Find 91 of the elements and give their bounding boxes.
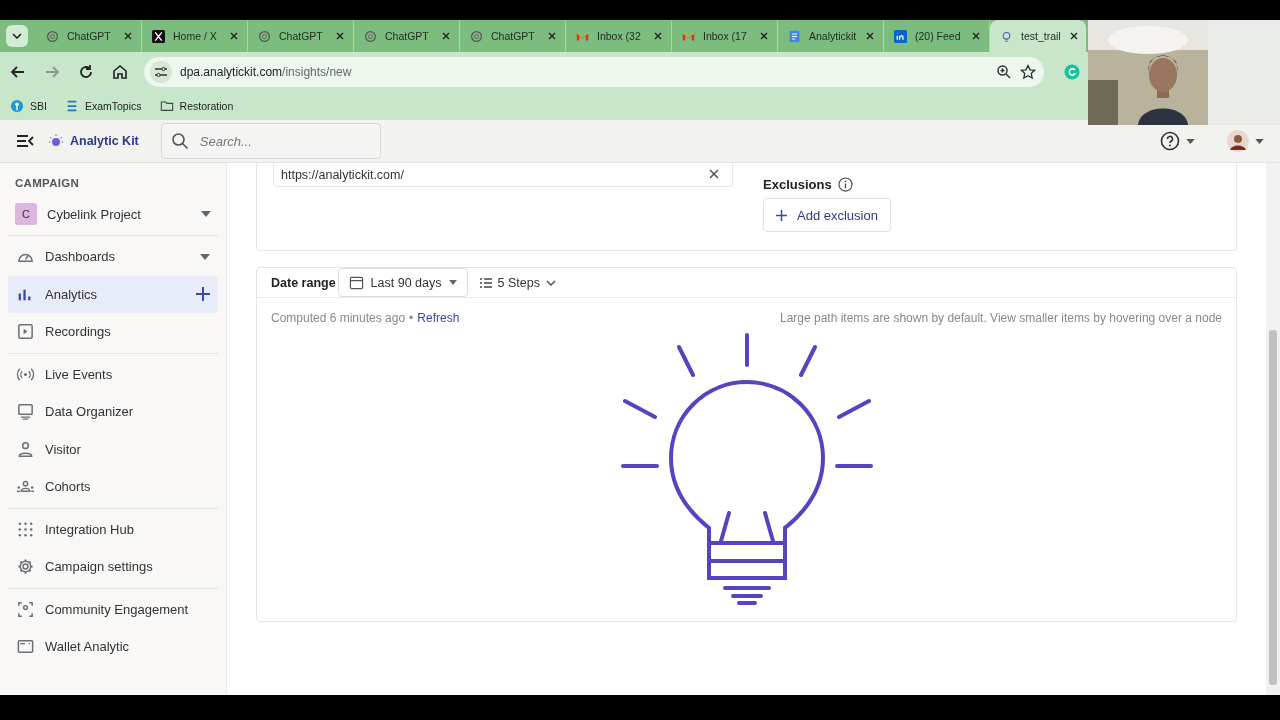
folder-icon — [159, 99, 174, 113]
focus-frame-icon — [16, 599, 35, 619]
nav-item[interactable]: Recordings — [8, 313, 218, 351]
list-icon — [479, 277, 492, 288]
browser-tab[interactable]: Inbox (32 — [566, 20, 672, 52]
bookmark[interactable]: SBI — [10, 99, 47, 113]
hint-text: Large path items are shown by default. View smaller items by hovering over a node — [780, 311, 1222, 325]
browser-tab[interactable]: ChatGPT — [248, 20, 354, 52]
project-avatar: C — [15, 203, 37, 225]
search-icon — [170, 132, 189, 150]
zoom-icon[interactable] — [996, 64, 1012, 80]
url-field[interactable]: https://analytickit.com/ — [273, 163, 733, 187]
menu-collapse-icon[interactable] — [16, 134, 34, 148]
nav-item[interactable]: Cohorts — [8, 468, 218, 506]
browser-tab[interactable]: (20) Feed — [884, 20, 990, 52]
refresh-link[interactable]: Refresh — [417, 311, 460, 325]
close-icon[interactable] — [1068, 31, 1079, 41]
date-range-label: Date range — [271, 275, 336, 290]
caret-icon — [201, 211, 211, 217]
browser-tab[interactable]: ChatGPT — [460, 20, 566, 52]
home-icon[interactable] — [110, 62, 130, 82]
chevron-icon — [12, 33, 22, 39]
browser-tab[interactable]: Inbox (17 — [672, 20, 778, 52]
nav-item[interactable]: Integration Hub — [8, 510, 218, 548]
close-icon[interactable] — [547, 31, 557, 41]
caret-icon — [1255, 138, 1264, 144]
search-field[interactable]: Search... — [160, 123, 381, 159]
plus-icon[interactable] — [196, 287, 210, 302]
avatar-icon — [1227, 130, 1249, 152]
bulb-icon — [1000, 29, 1013, 43]
close-icon[interactable] — [441, 31, 451, 41]
account-menu[interactable] — [1227, 130, 1264, 152]
nav-item[interactable]: Wallet Analytic — [8, 628, 218, 666]
address-bar[interactable]: dpa.analytickit.com/insights/new — [144, 57, 1044, 87]
nav-item[interactable]: Live Events — [8, 355, 218, 393]
openai-icon — [258, 29, 271, 43]
chevron-icon — [545, 279, 556, 286]
date-range-dropdown[interactable]: Last 90 days — [337, 268, 468, 297]
openai-icon — [470, 29, 483, 43]
caret-icon — [448, 280, 457, 285]
browser-tab[interactable]: ChatGPT — [36, 20, 142, 52]
openai-icon — [364, 29, 377, 43]
brand-name: Analytic Kit — [70, 134, 139, 148]
add-exclusion-button[interactable]: Add exclusion — [763, 198, 891, 232]
site-settings-icon[interactable] — [150, 61, 172, 83]
openai-icon — [46, 29, 59, 43]
x-logo-icon — [152, 29, 165, 43]
star-icon[interactable] — [1020, 64, 1036, 80]
help-icon — [1160, 131, 1180, 151]
linkedin-icon — [894, 29, 907, 43]
tab-search-button[interactable] — [6, 25, 28, 47]
project-selector[interactable]: C Cybelink Project — [8, 199, 218, 235]
close-icon[interactable] — [123, 31, 133, 41]
bookmark[interactable]: Restoration — [159, 99, 234, 113]
keyhole-icon — [10, 99, 24, 113]
clear-icon[interactable] — [709, 169, 719, 179]
url-text: dpa.analytickit.com/insights/new — [180, 65, 353, 79]
nav-item[interactable]: Data Organizer — [8, 393, 218, 431]
document-icon — [788, 29, 801, 43]
browser-tab[interactable]: Home / X — [142, 20, 248, 52]
logo-icon — [48, 133, 64, 149]
exclusions-label: Exclusions — [763, 177, 832, 192]
scrollbar[interactable] — [1266, 163, 1280, 695]
nav-item[interactable]: Campaign settings — [8, 548, 218, 586]
section-heading: CAMPAIGN — [14, 177, 81, 189]
browser-tab[interactable]: Analytickit — [778, 20, 884, 52]
close-icon[interactable] — [335, 31, 345, 41]
caret-icon — [1186, 138, 1195, 144]
nav-item[interactable]: Community Engagement — [8, 590, 218, 628]
browser-tab[interactable]: test_trail — [990, 20, 1086, 52]
browser-tab[interactable]: ChatGPT — [354, 20, 460, 52]
close-icon[interactable] — [759, 31, 769, 41]
close-icon[interactable] — [653, 31, 663, 41]
nav-item[interactable]: Visitor — [8, 430, 218, 468]
close-icon[interactable] — [971, 31, 981, 41]
bookmark[interactable]: ExamTopics — [64, 99, 142, 113]
help-menu[interactable] — [1160, 131, 1195, 151]
monitor-icon — [16, 402, 35, 422]
nav-item[interactable]: Dashboards — [8, 238, 218, 276]
steps-dropdown[interactable]: 5 Steps — [473, 274, 562, 291]
person-icon — [16, 439, 35, 459]
plus-icon — [776, 209, 787, 221]
separator-dot: • — [409, 311, 414, 325]
nav-item[interactable]: Analytics — [8, 275, 218, 313]
close-icon[interactable] — [865, 31, 875, 41]
settings-icon — [16, 557, 35, 577]
calendar-icon — [348, 275, 364, 290]
computed-text: Computed 6 minutes ago — [271, 311, 406, 325]
close-icon[interactable] — [229, 31, 239, 41]
play-icon — [16, 322, 35, 342]
info-icon[interactable] — [837, 177, 853, 192]
